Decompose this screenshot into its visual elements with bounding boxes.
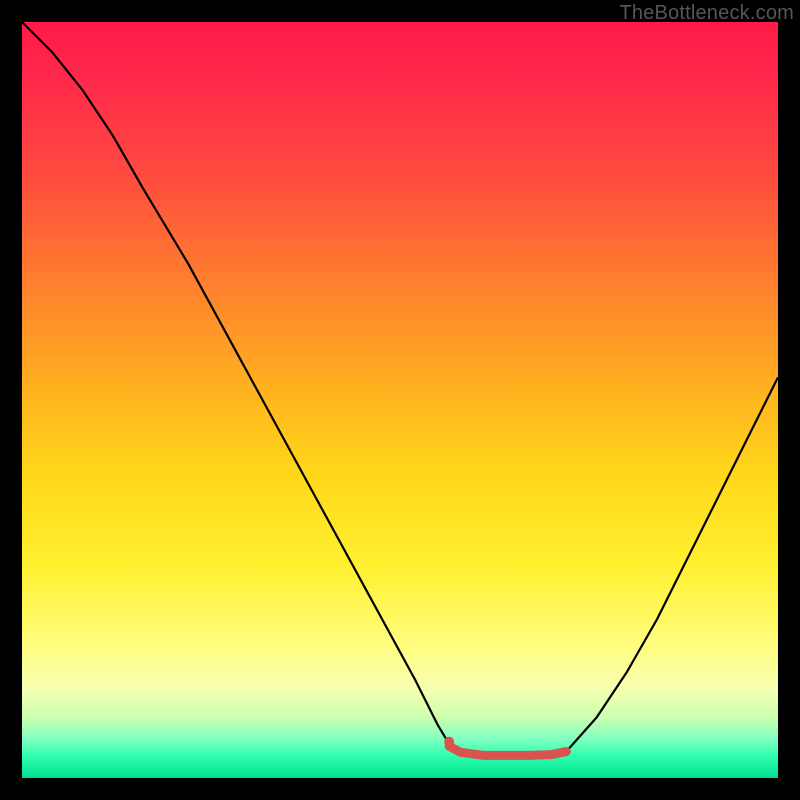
marker-sweet-spot-start [444,737,454,747]
series-bottleneck-left [22,22,449,744]
series-sweet-spot-band [449,746,566,755]
markers-group [444,737,454,747]
series-bottleneck-right [566,377,778,751]
chart-frame [22,22,778,778]
chart-svg [22,22,778,778]
watermark-text: TheBottleneck.com [619,2,794,25]
series-group [22,22,778,755]
